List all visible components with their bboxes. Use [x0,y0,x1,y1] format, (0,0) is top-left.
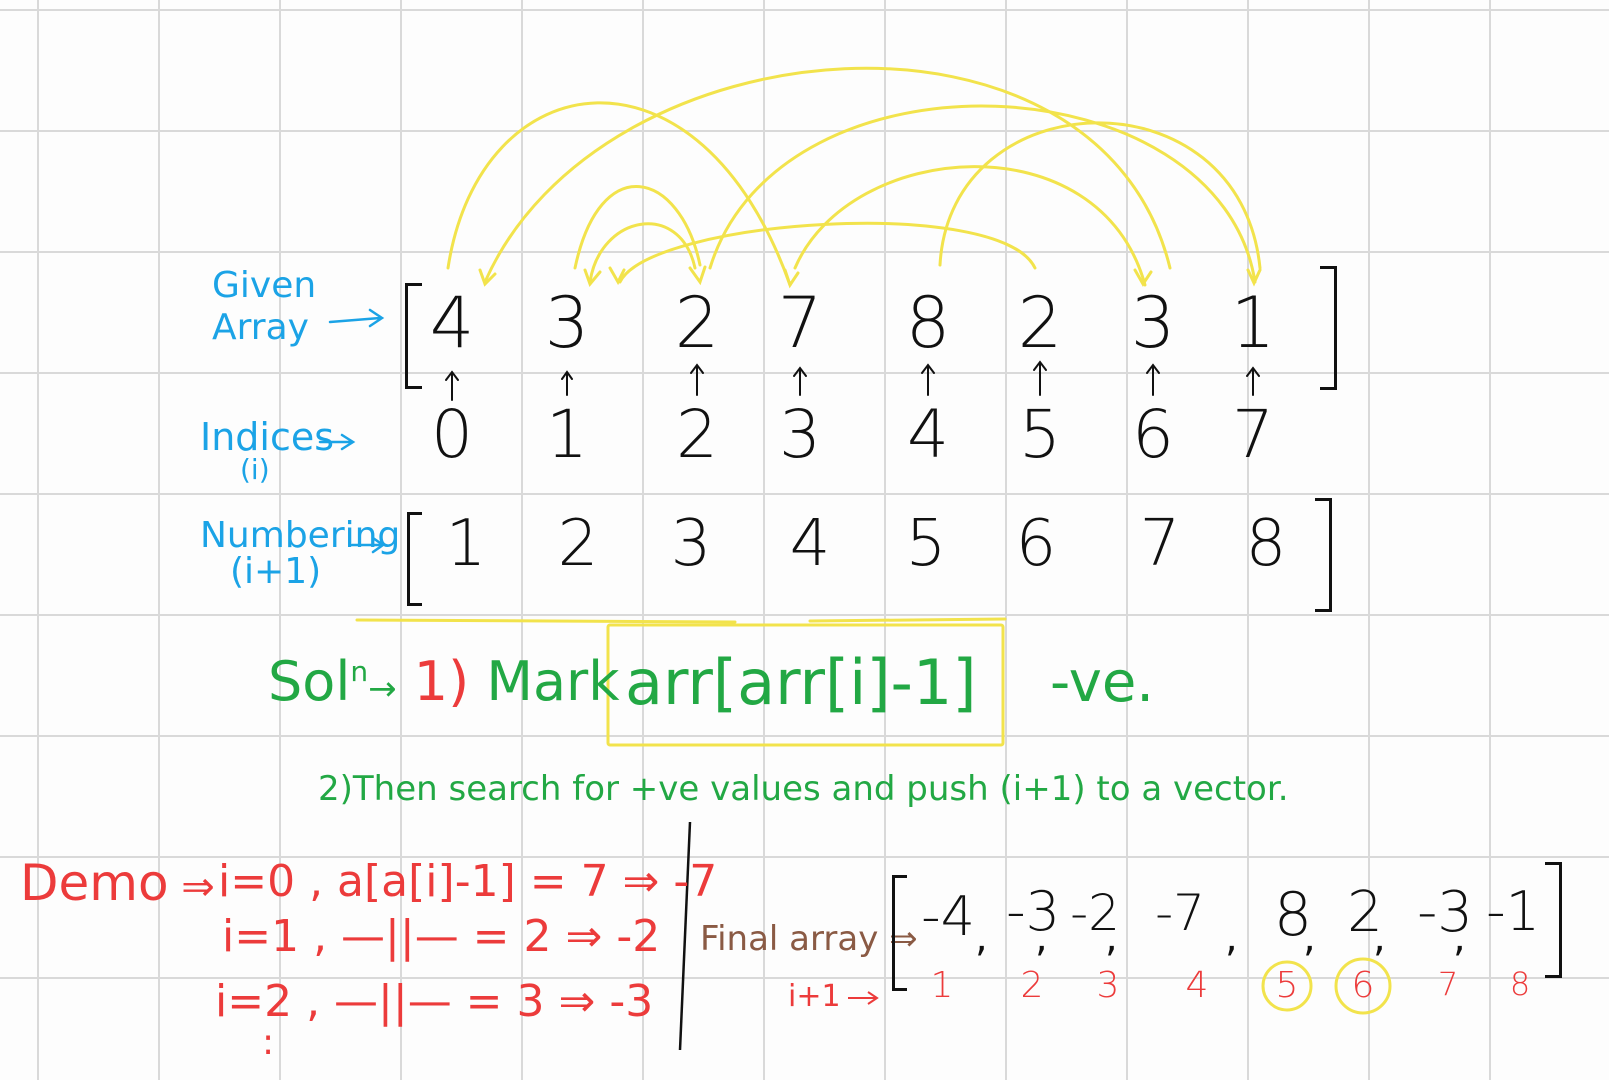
arc-6-to-2 [483,66,1172,284]
numbering-0: 1 [445,507,487,581]
yellow-underline [355,617,1007,624]
final-index-5: 6 [1351,965,1375,1006]
demo-label: Demo ⇒ [20,858,215,908]
final-index-7: 8 [1509,965,1531,1003]
index-4: 4 [907,396,949,473]
given-value-3: 7 [777,282,823,364]
step1-suffix: -ve. [1050,650,1155,715]
demo-line-1: i=0 , a[a[i]-1] = 7 ⇒ -7 [218,856,718,907]
numbering-2: 3 [670,507,712,581]
final-left-bracket [892,875,907,991]
final-value-2: -2 [1070,884,1120,942]
given-label-line1: Given [212,265,317,306]
given-arrow [328,308,385,328]
index-2: 2 [676,396,718,473]
solution-step1: Soln→ 1) Mark [268,655,620,709]
step1-expression: arr[arr[i]-1] [625,646,977,719]
solution-prefix: Sol [268,650,351,713]
final-array-label: Final array ⇒ [700,922,918,956]
arc-2-to-1 [588,222,697,284]
solution-superscript: n [350,655,369,688]
given-right-bracket [1320,266,1337,390]
final-value-5: 2 [1347,880,1383,945]
index-7: 7 [1232,396,1274,473]
given-value-4: 8 [905,282,951,364]
step1-number: 1) [413,650,470,713]
final-index-3: 4 [1185,965,1209,1006]
arc-7-to-0 [938,121,1262,270]
index-1: 1 [546,396,588,473]
final-array-label-text: Final array [700,919,879,959]
given-label: Given Array [212,268,316,346]
demo-line-4: : [262,1022,275,1063]
given-value-7: 1 [1230,282,1276,364]
final-index-4: 5 [1275,965,1299,1006]
numbering-4: 5 [905,507,947,581]
given-label-line2: Array [212,307,309,348]
index-5: 5 [1019,396,1061,473]
arc-1-to-2 [573,185,702,270]
numbering-3: 4 [789,507,831,581]
solution-arrow: → [368,669,397,709]
final-index-0: 1 [930,965,954,1006]
demo-label-text: Demo [20,854,169,912]
arc-4-to-7 [708,104,1257,284]
final-index-arrow [848,991,879,1005]
demo-arrow: ⇒ [168,864,215,910]
given-value-5: 2 [1017,282,1063,364]
final-value-4: 8 [1273,880,1313,950]
arc-5-to-1 [618,221,1037,284]
given-value-0: 4 [429,282,475,364]
given-value-6: 3 [1130,282,1176,364]
numbering-6: 7 [1139,507,1181,581]
final-index-6: 7 [1437,965,1459,1003]
step1-text: Mark [486,650,620,713]
demo-line-3: i=2 , —||— = 3 ⇒ -3 [215,976,654,1027]
numbering-label: Numbering (i+1) [200,518,400,590]
numbering-1: 2 [557,507,599,581]
arc-3-to-6 [793,165,1147,287]
numbering-7: 8 [1245,507,1287,581]
indices-label-line1: Indices [200,415,335,459]
index-0: 0 [431,396,473,473]
final-value-3: -7 [1155,884,1205,942]
numbering-label-line2: (i+1) [230,551,322,592]
final-index-2: 3 [1096,965,1120,1006]
final-value-6: -3 [1417,880,1473,945]
index-3: 3 [779,396,821,473]
numbering-right-bracket [1315,498,1332,612]
final-index-label: i+1 [788,979,841,1014]
solution-step2: 2)Then search for +ve values and push (i… [318,769,1289,809]
final-index-1: 2 [1020,965,1044,1006]
numbering-5: 6 [1015,507,1057,581]
numbering-left-bracket [407,512,422,606]
final-value-7: -1 [1486,880,1540,943]
arc-0-to-3 [446,101,792,287]
given-left-bracket [405,283,422,389]
demo-line-2: i=1 , —||— = 2 ⇒ -2 [222,911,661,962]
numbering-label-line1: Numbering [200,515,401,556]
indices-label-line2: (i) [240,453,270,486]
given-value-1: 3 [544,282,590,364]
given-value-2: 2 [674,282,720,364]
index-6: 6 [1132,396,1174,473]
indices-label: Indices (i) [200,418,334,484]
